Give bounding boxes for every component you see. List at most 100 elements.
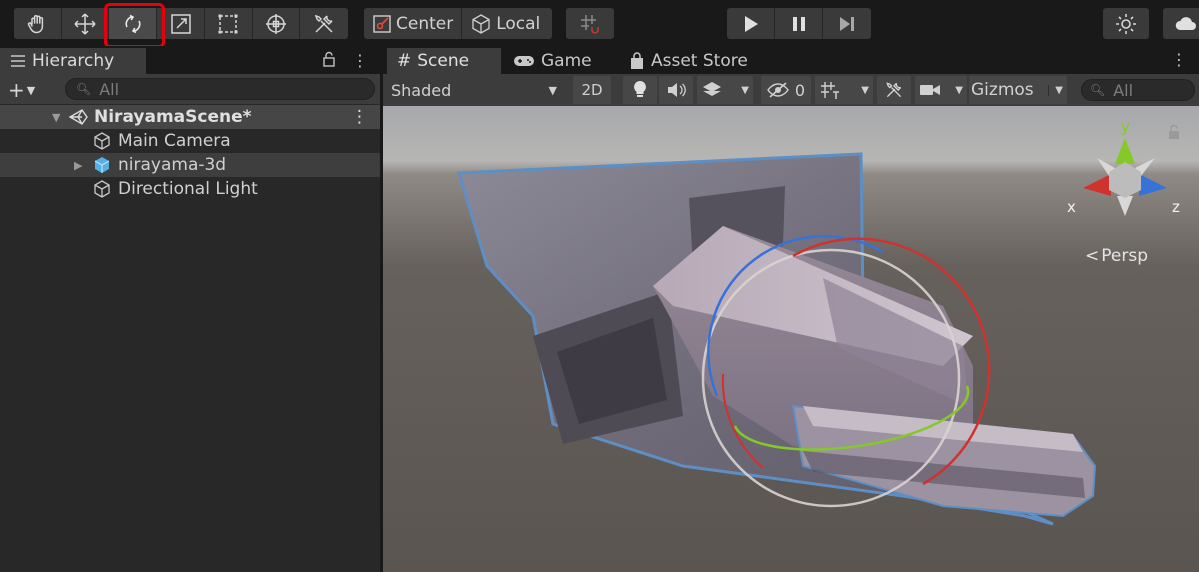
dropdown-arrow-icon: ▼ (548, 83, 557, 97)
playmode-group (727, 8, 871, 39)
gamepad-icon (514, 56, 534, 66)
hierarchy-search-input[interactable]: 🔍︎ All (65, 78, 375, 100)
move-tool-button[interactable] (62, 8, 110, 39)
collapse-arrow-icon[interactable]: ▼ (52, 111, 66, 124)
sun-icon (1116, 13, 1136, 34)
expand-arrow-icon[interactable]: ▶ (74, 159, 88, 172)
shading-mode-dropdown[interactable]: Shaded ▼ (385, 76, 563, 104)
scene-kebab-icon[interactable]: ⋮ (351, 107, 368, 127)
kebab-menu-icon[interactable]: ⋮ (352, 51, 368, 70)
scene-header-row[interactable]: ▼ NirayamaScene* ⋮ (0, 105, 380, 129)
transform-icon (265, 13, 286, 34)
gizmos-label: Gizmos (971, 80, 1034, 100)
tab-game-label: Game (541, 51, 592, 71)
toggle-2d-label: 2D (581, 81, 603, 99)
tools-icon (314, 14, 333, 33)
axis-label-z: z (1172, 198, 1180, 216)
hierarchy-item[interactable]: Main Camera (0, 129, 380, 153)
cloud-group (1163, 8, 1199, 39)
scene-kebab-icon[interactable]: ⋮ (1171, 50, 1187, 69)
lock-icon[interactable] (1167, 124, 1181, 140)
scale-tool-button[interactable] (157, 8, 205, 39)
tab-hierarchy[interactable]: Hierarchy (0, 48, 146, 74)
grid-snap-icon (581, 14, 599, 34)
hierarchy-item-label: nirayama-3d (118, 155, 227, 175)
snap-group (566, 8, 614, 39)
effects-dropdown[interactable]: ▼ (697, 76, 753, 104)
eye-slash-icon (767, 82, 789, 98)
pivot-local-button[interactable]: Local (462, 8, 548, 39)
pivot-local-label: Local (496, 13, 541, 34)
hierarchy-item[interactable]: ▶ nirayama-3d (0, 153, 380, 177)
prefab-icon (94, 157, 110, 173)
rotate-tool-button[interactable] (109, 8, 158, 39)
search-icon: 🔍︎ (76, 82, 92, 96)
play-button[interactable] (727, 8, 775, 39)
rect-tool-button[interactable] (205, 8, 253, 39)
axis-label-y: y (1121, 118, 1130, 136)
scale-icon (170, 13, 191, 34)
scene-viewport[interactable]: y x z < Persp (383, 106, 1199, 572)
pause-icon (792, 16, 805, 31)
gizmos-dropdown[interactable]: Gizmos ▼ (969, 76, 1067, 104)
grid-snap-button[interactable] (566, 8, 614, 39)
dropdown-arrow-icon: ▼ (1048, 84, 1063, 96)
step-button[interactable] (823, 8, 871, 39)
bag-icon (631, 52, 643, 69)
dropdown-arrow-icon: ▼ (26, 83, 36, 97)
plus-icon: + (8, 78, 25, 102)
transform-tool-group (14, 8, 348, 39)
shading-mode-value: Shaded (391, 80, 452, 100)
scene-tools-toggle[interactable] (877, 76, 911, 104)
lock-icon[interactable] (322, 51, 336, 67)
hierarchy-search-row: + ▼ 🔍︎ All (0, 74, 380, 104)
dropdown-arrow-icon: ▼ (861, 84, 869, 96)
camera-icon (920, 85, 940, 95)
audio-toggle[interactable] (659, 76, 693, 104)
dropdown-arrow-icon: ▼ (955, 84, 963, 96)
tools-icon (886, 82, 902, 98)
custom-tool-button[interactable] (300, 8, 348, 39)
scene-search-placeholder: All (1113, 80, 1134, 100)
projection-toggle[interactable]: < Persp (1085, 246, 1148, 266)
cloud-button[interactable] (1163, 8, 1199, 39)
orientation-gizmo[interactable]: y x z (1063, 118, 1181, 228)
hierarchy-search-placeholder: All (99, 79, 120, 99)
tab-asset-store-label: Asset Store (651, 51, 748, 71)
hierarchy-panel: Hierarchy ⋮ + ▼ 🔍︎ All ▼ NirayamaScene* … (0, 46, 380, 572)
pivot-group: Center Local (364, 8, 552, 39)
hierarchy-tabbar: Hierarchy ⋮ (0, 46, 380, 74)
stone-model[interactable] (457, 152, 1097, 526)
lighting-toggle[interactable] (623, 76, 657, 104)
tab-game[interactable]: Game (503, 48, 615, 74)
camera-settings-dropdown[interactable]: ▼ (915, 76, 967, 104)
pivot-center-button[interactable]: Center (364, 8, 463, 39)
hierarchy-tab-actions: ⋮ (322, 51, 368, 70)
projection-label: Persp (1101, 246, 1148, 266)
transform-tool-button[interactable] (253, 8, 301, 39)
scene-toolbar: Shaded ▼ 2D ▼ 0 ▼ ▼ Gizmos ▼ 🔍︎ All (383, 74, 1199, 106)
lighting-settings-button[interactable] (1103, 8, 1149, 39)
step-icon (840, 16, 854, 31)
scene-search-input[interactable]: 🔍︎ All (1081, 79, 1195, 101)
scene-panel: # Scene Game Asset Store ⋮ Shaded ▼ 2D ▼ (383, 46, 1199, 572)
rect-icon (218, 14, 238, 33)
hidden-objects-toggle[interactable]: 0 (761, 76, 811, 104)
grid-icon: # (397, 51, 412, 71)
pause-button[interactable] (775, 8, 823, 39)
toggle-2d-button[interactable]: 2D (573, 76, 611, 104)
hierarchy-item[interactable]: Directional Light (0, 177, 380, 201)
create-button[interactable]: + ▼ (8, 78, 35, 102)
chevron-left-icon: < (1085, 246, 1100, 266)
tab-asset-store[interactable]: Asset Store (619, 48, 769, 74)
gameobject-icon (94, 180, 110, 198)
grid-visibility-dropdown[interactable]: ▼ (815, 76, 873, 104)
settings-group (1103, 8, 1149, 39)
pivot-center-label: Center (396, 13, 454, 34)
lightbulb-icon (634, 81, 646, 97)
hand-tool-button[interactable] (14, 8, 62, 39)
tab-scene[interactable]: # Scene (387, 48, 501, 74)
effects-icon (703, 82, 721, 96)
axis-label-x: x (1067, 198, 1076, 216)
rotate-icon (125, 14, 141, 33)
